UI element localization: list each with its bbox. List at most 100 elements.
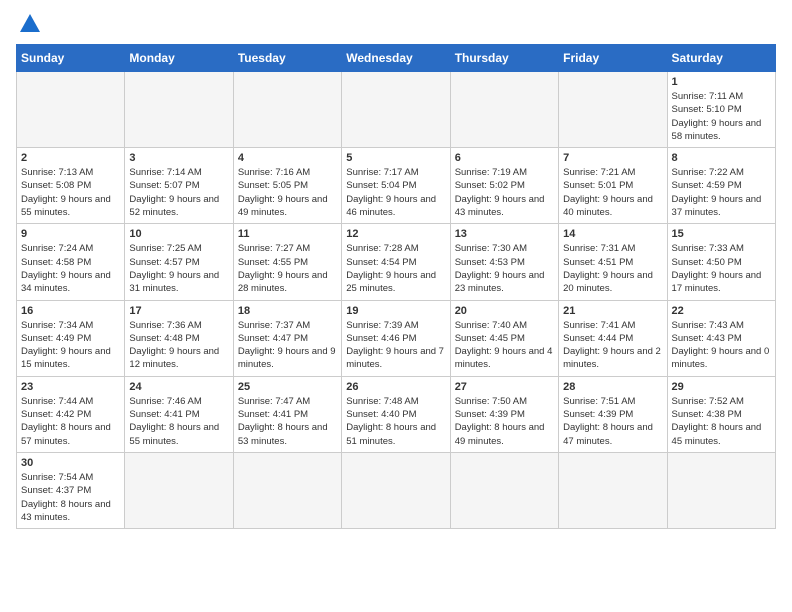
calendar-day-cell: 9 Sunrise: 7:24 AM Sunset: 4:58 PM Daylig… bbox=[17, 224, 125, 300]
calendar-day-cell: 28Sunrise: 7:51 AM Sunset: 4:39 PM Dayli… bbox=[559, 376, 667, 452]
day-info: Sunrise: 7:16 AM Sunset: 5:05 PM Dayligh… bbox=[238, 166, 337, 219]
day-number: 11 bbox=[238, 228, 337, 240]
calendar-week-row: 23 Sunrise: 7:44 AM Sunset: 4:42 PM Dayli… bbox=[17, 376, 776, 452]
day-number: 25 bbox=[238, 381, 337, 393]
calendar-day-cell: 19 Sunrise: 7:39 AM Sunset: 4:46 PM Dayli… bbox=[342, 300, 450, 376]
calendar-day-cell: 3 Sunrise: 7:14 AM Sunset: 5:07 PM Daylig… bbox=[125, 148, 233, 224]
calendar-day-cell: 18 Sunrise: 7:37 AM Sunset: 4:47 PM Dayli… bbox=[233, 300, 341, 376]
calendar-day-cell: 14 Sunrise: 7:31 AM Sunset: 4:51 PM Dayli… bbox=[559, 224, 667, 300]
day-info: Sunrise: 7:28 AM Sunset: 4:54 PM Dayligh… bbox=[346, 242, 445, 295]
calendar-day-cell: 22 Sunrise: 7:43 AM Sunset: 4:43 PM Dayli… bbox=[667, 300, 775, 376]
calendar-day-cell bbox=[450, 452, 558, 528]
day-number: 2 bbox=[21, 152, 120, 164]
calendar-week-row: 2 Sunrise: 7:13 AM Sunset: 5:08 PM Daylig… bbox=[17, 148, 776, 224]
day-info: Sunrise: 7:51 AM Sunset: 4:39 PM Dayligh… bbox=[563, 395, 662, 448]
day-info: Sunrise: 7:50 AM Sunset: 4:39 PM Dayligh… bbox=[455, 395, 554, 448]
day-info: Sunrise: 7:27 AM Sunset: 4:55 PM Dayligh… bbox=[238, 242, 337, 295]
calendar-day-cell bbox=[125, 452, 233, 528]
day-number: 14 bbox=[563, 228, 662, 240]
calendar-day-cell: 30 Sunrise: 7:54 AM Sunset: 4:37 PM Dayli… bbox=[17, 452, 125, 528]
day-number: 12 bbox=[346, 228, 445, 240]
day-number: 22 bbox=[672, 305, 771, 317]
calendar-day-cell: 23 Sunrise: 7:44 AM Sunset: 4:42 PM Dayli… bbox=[17, 376, 125, 452]
calendar-day-cell: 20Sunrise: 7:40 AM Sunset: 4:45 PM Dayli… bbox=[450, 300, 558, 376]
day-info: Sunrise: 7:47 AM Sunset: 4:41 PM Dayligh… bbox=[238, 395, 337, 448]
calendar-day-cell bbox=[342, 72, 450, 148]
calendar-day-cell: 13 Sunrise: 7:30 AM Sunset: 4:53 PM Dayli… bbox=[450, 224, 558, 300]
calendar-header: SundayMondayTuesdayWednesdayThursdayFrid… bbox=[17, 45, 776, 72]
calendar-day-cell bbox=[125, 72, 233, 148]
day-of-week-header: Friday bbox=[559, 45, 667, 72]
calendar-day-cell: 6Sunrise: 7:19 AM Sunset: 5:02 PM Daylig… bbox=[450, 148, 558, 224]
calendar-day-cell: 26Sunrise: 7:48 AM Sunset: 4:40 PM Dayli… bbox=[342, 376, 450, 452]
day-number: 15 bbox=[672, 228, 771, 240]
day-number: 29 bbox=[672, 381, 771, 393]
day-info: Sunrise: 7:33 AM Sunset: 4:50 PM Dayligh… bbox=[672, 242, 771, 295]
day-of-week-header: Saturday bbox=[667, 45, 775, 72]
day-info: Sunrise: 7:54 AM Sunset: 4:37 PM Dayligh… bbox=[21, 471, 120, 524]
day-of-week-header: Sunday bbox=[17, 45, 125, 72]
day-info: Sunrise: 7:37 AM Sunset: 4:47 PM Dayligh… bbox=[238, 319, 337, 372]
day-number: 4 bbox=[238, 152, 337, 164]
calendar-day-cell: 1 Sunrise: 7:11 AM Sunset: 5:10 PM Daylig… bbox=[667, 72, 775, 148]
calendar-day-cell bbox=[233, 452, 341, 528]
day-number: 17 bbox=[129, 305, 228, 317]
day-number: 30 bbox=[21, 457, 120, 469]
calendar-week-row: 9 Sunrise: 7:24 AM Sunset: 4:58 PM Daylig… bbox=[17, 224, 776, 300]
day-number: 24 bbox=[129, 381, 228, 393]
calendar-day-cell: 11 Sunrise: 7:27 AM Sunset: 4:55 PM Dayli… bbox=[233, 224, 341, 300]
day-info: Sunrise: 7:25 AM Sunset: 4:57 PM Dayligh… bbox=[129, 242, 228, 295]
calendar-day-cell: 4 Sunrise: 7:16 AM Sunset: 5:05 PM Daylig… bbox=[233, 148, 341, 224]
day-info: Sunrise: 7:39 AM Sunset: 4:46 PM Dayligh… bbox=[346, 319, 445, 372]
calendar-day-cell: 24 Sunrise: 7:46 AM Sunset: 4:41 PM Dayli… bbox=[125, 376, 233, 452]
calendar-day-cell: 21Sunrise: 7:41 AM Sunset: 4:44 PM Dayli… bbox=[559, 300, 667, 376]
calendar-day-cell: 12 Sunrise: 7:28 AM Sunset: 4:54 PM Dayli… bbox=[342, 224, 450, 300]
day-number: 18 bbox=[238, 305, 337, 317]
day-number: 27 bbox=[455, 381, 554, 393]
day-of-week-header: Wednesday bbox=[342, 45, 450, 72]
calendar-week-row: 16Sunrise: 7:34 AM Sunset: 4:49 PM Dayli… bbox=[17, 300, 776, 376]
calendar-week-row: 30 Sunrise: 7:54 AM Sunset: 4:37 PM Dayli… bbox=[17, 452, 776, 528]
calendar-day-cell: 5 Sunrise: 7:17 AM Sunset: 5:04 PM Daylig… bbox=[342, 148, 450, 224]
day-number: 13 bbox=[455, 228, 554, 240]
day-number: 8 bbox=[672, 152, 771, 164]
day-info: Sunrise: 7:11 AM Sunset: 5:10 PM Dayligh… bbox=[672, 90, 771, 143]
logo bbox=[16, 16, 40, 32]
day-number: 16 bbox=[21, 305, 120, 317]
day-info: Sunrise: 7:46 AM Sunset: 4:41 PM Dayligh… bbox=[129, 395, 228, 448]
day-info: Sunrise: 7:19 AM Sunset: 5:02 PM Dayligh… bbox=[455, 166, 554, 219]
day-number: 23 bbox=[21, 381, 120, 393]
day-number: 3 bbox=[129, 152, 228, 164]
day-info: Sunrise: 7:31 AM Sunset: 4:51 PM Dayligh… bbox=[563, 242, 662, 295]
day-number: 5 bbox=[346, 152, 445, 164]
calendar-day-cell bbox=[667, 452, 775, 528]
day-number: 21 bbox=[563, 305, 662, 317]
calendar-day-cell bbox=[450, 72, 558, 148]
day-number: 7 bbox=[563, 152, 662, 164]
calendar-day-cell: 15 Sunrise: 7:33 AM Sunset: 4:50 PM Dayli… bbox=[667, 224, 775, 300]
day-of-week-header: Tuesday bbox=[233, 45, 341, 72]
day-of-week-header: Monday bbox=[125, 45, 233, 72]
calendar-day-cell: 7 Sunrise: 7:21 AM Sunset: 5:01 PM Daylig… bbox=[559, 148, 667, 224]
day-info: Sunrise: 7:22 AM Sunset: 4:59 PM Dayligh… bbox=[672, 166, 771, 219]
day-info: Sunrise: 7:30 AM Sunset: 4:53 PM Dayligh… bbox=[455, 242, 554, 295]
day-info: Sunrise: 7:17 AM Sunset: 5:04 PM Dayligh… bbox=[346, 166, 445, 219]
calendar-day-cell bbox=[233, 72, 341, 148]
day-info: Sunrise: 7:13 AM Sunset: 5:08 PM Dayligh… bbox=[21, 166, 120, 219]
calendar-day-cell: 17 Sunrise: 7:36 AM Sunset: 4:48 PM Dayli… bbox=[125, 300, 233, 376]
day-info: Sunrise: 7:36 AM Sunset: 4:48 PM Dayligh… bbox=[129, 319, 228, 372]
day-info: Sunrise: 7:44 AM Sunset: 4:42 PM Dayligh… bbox=[21, 395, 120, 448]
day-info: Sunrise: 7:14 AM Sunset: 5:07 PM Dayligh… bbox=[129, 166, 228, 219]
day-info: Sunrise: 7:21 AM Sunset: 5:01 PM Dayligh… bbox=[563, 166, 662, 219]
day-number: 26 bbox=[346, 381, 445, 393]
calendar-body: 1 Sunrise: 7:11 AM Sunset: 5:10 PM Daylig… bbox=[17, 72, 776, 529]
calendar-week-row: 1 Sunrise: 7:11 AM Sunset: 5:10 PM Daylig… bbox=[17, 72, 776, 148]
day-number: 10 bbox=[129, 228, 228, 240]
day-number: 9 bbox=[21, 228, 120, 240]
day-info: Sunrise: 7:24 AM Sunset: 4:58 PM Dayligh… bbox=[21, 242, 120, 295]
logo-triangle-icon bbox=[20, 14, 40, 32]
day-number: 19 bbox=[346, 305, 445, 317]
day-number: 20 bbox=[455, 305, 554, 317]
day-number: 1 bbox=[672, 76, 771, 88]
day-info: Sunrise: 7:43 AM Sunset: 4:43 PM Dayligh… bbox=[672, 319, 771, 372]
